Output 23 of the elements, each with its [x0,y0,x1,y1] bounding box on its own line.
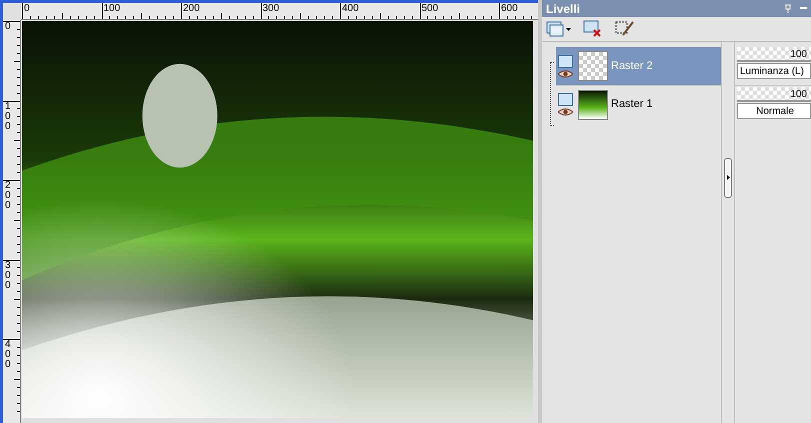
blend-mode-dropdown[interactable]: Normale [737,103,811,119]
opacity-value: 100 [790,49,807,60]
eye-icon[interactable] [558,108,573,116]
minimize-icon[interactable] [800,7,807,10]
eye-icon[interactable] [558,70,573,78]
layer-name: Raster 1 [611,97,653,112]
caret-icon [566,28,571,30]
layer-thumbnail [578,51,608,81]
delete-layer-icon[interactable] [583,20,603,38]
layer-name: Raster 2 [611,58,653,74]
new-layer-button[interactable] [546,21,571,37]
splitter-handle[interactable] [724,158,732,198]
brush-selection-icon[interactable] [615,20,635,38]
layer-type-icon [558,93,573,106]
opacity-value: 100 [790,89,807,100]
layer-type-icon [558,54,573,68]
opacity-slider[interactable]: 100 [737,87,811,102]
blend-mode-dropdown[interactable]: Luminanza (L) [737,63,811,79]
opacity-slider[interactable]: 100 [737,47,811,62]
panel-title: Livelli [546,0,580,18]
layer-row[interactable]: Raster 1 [556,85,721,123]
layer-thumbnail [578,90,608,120]
pin-icon[interactable] [784,4,792,13]
